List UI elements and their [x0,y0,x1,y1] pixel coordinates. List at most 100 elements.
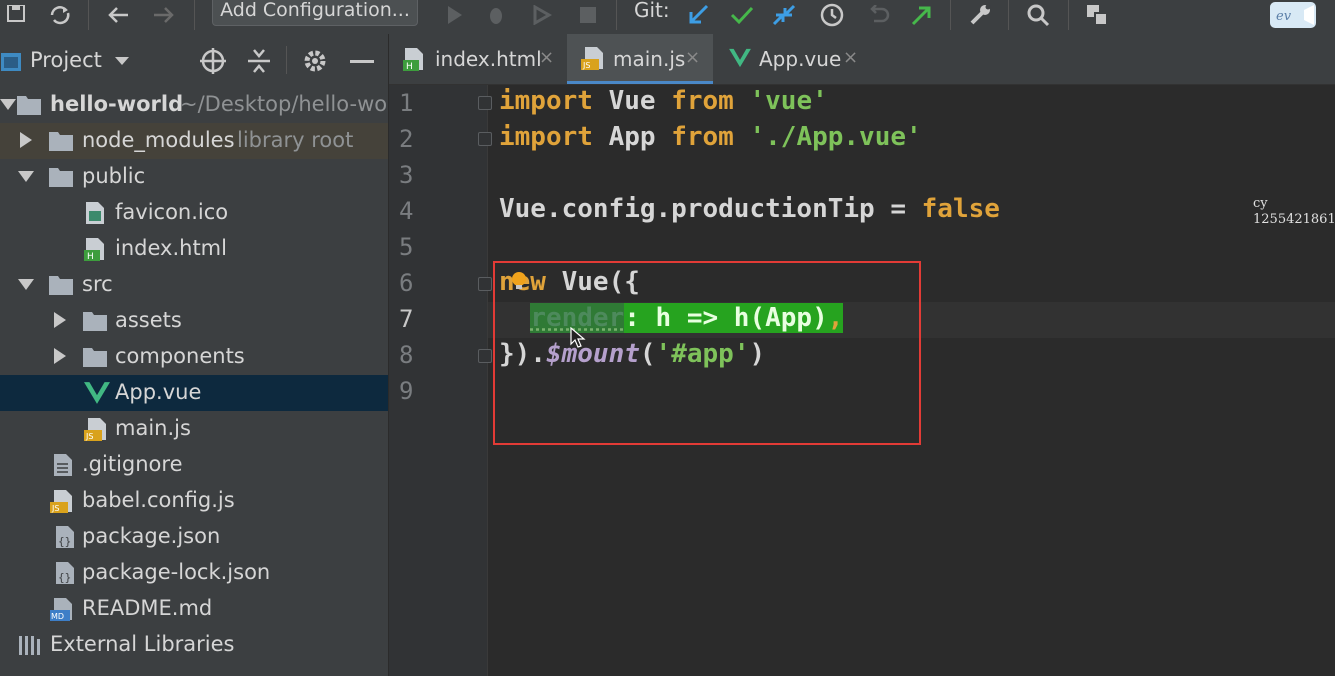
coverage-icon[interactable] [530,0,554,30]
tree-item-babel-config[interactable]: JS babel.config.js [0,483,388,519]
collapsed-arrow-icon[interactable] [18,132,36,150]
add-configuration-button[interactable]: Add Configuration... [212,0,418,26]
tree-item-main-js[interactable]: JS main.js [0,411,388,447]
fold-marker-icon[interactable] [478,96,492,110]
save-icon[interactable] [2,0,30,30]
line-number: 4 [399,197,429,225]
tree-item-assets[interactable]: assets [0,303,388,339]
settings-wrench-icon[interactable] [966,0,994,30]
string-literal: './App.vue' [749,122,921,152]
structure-icon[interactable] [1082,0,1112,30]
tree-item-package-lock-json[interactable]: {} package-lock.json [0,555,388,591]
js-file-icon: JS [50,489,76,513]
debug-icon[interactable] [484,0,508,30]
minimize-icon[interactable] [350,60,374,64]
line-number: 2 [399,125,429,153]
tree-item-package-json[interactable]: {} package.json [0,519,388,555]
json-file-icon: {} [52,525,78,549]
tree-item-path: ~/Desktop/hello-world [180,92,415,116]
tree-item-external-libraries[interactable]: External Libraries [0,627,388,663]
folder-icon [48,129,74,153]
collapsed-arrow-icon[interactable] [52,348,70,366]
project-panel-header: Project [0,34,388,86]
locate-target-icon[interactable] [200,48,226,74]
collapsed-arrow-icon[interactable] [52,312,70,330]
md-file-icon: MD [50,597,76,621]
tree-item-hello-world[interactable]: hello-world ~/Desktop/hello-world [0,87,388,123]
tree-item-index-html[interactable]: H index.html [0,231,388,267]
back-arrow-icon[interactable] [104,0,132,30]
expanded-arrow-icon[interactable] [18,276,36,294]
html-file-icon: H [84,237,110,261]
collapse-all-icon[interactable] [246,48,272,74]
svg-text:JS: JS [85,432,93,441]
string-literal: 'vue' [749,86,827,116]
tree-item-label: hello-world [50,92,183,116]
tree-item-label: src [82,272,113,296]
svg-text:ev: ev [1276,9,1292,24]
tree-item-label: index.html [115,236,227,260]
tree-item-label: components [115,344,245,368]
line-number: 5 [399,233,429,261]
git-compare-icon[interactable] [770,0,798,30]
keyword: import [499,122,593,152]
git-push-icon[interactable] [908,0,936,30]
library-root-tag: library root [237,128,353,152]
stop-icon[interactable] [576,0,600,30]
tab-main-js[interactable]: JS main.js × [567,34,713,84]
tree-item-label: node_modules [82,128,235,152]
git-commit-icon[interactable] [728,0,756,30]
project-panel-title[interactable]: Project [30,48,102,72]
tab-index-html[interactable]: H index.html × [389,34,565,84]
code-line-1: import Vue from 'vue' [499,86,828,116]
js-file-icon: JS [84,417,110,441]
keyword: false [922,194,1000,224]
close-icon[interactable]: × [539,47,554,68]
git-update-icon[interactable] [684,0,712,30]
close-icon[interactable]: × [685,47,700,68]
tab-label: App.vue [759,47,841,71]
tree-item-node-modules[interactable]: node_modules library root [0,123,388,159]
space [734,86,750,116]
svg-text:MD: MD [51,612,64,621]
fold-marker-icon[interactable] [478,132,492,146]
fold-marker-icon[interactable] [478,277,492,291]
expression: Vue.config.productionTip = [499,194,922,224]
ev-recorder-logo-icon: ev [1268,0,1318,30]
watermark-text: cy 1255421861 [1253,196,1335,228]
search-icon[interactable] [1024,0,1052,30]
chevron-down-icon[interactable] [114,56,130,66]
tab-app-vue[interactable]: App.vue × [715,34,865,84]
editor-tab-bar: H index.html × JS main.js × App.vue × [389,34,1335,85]
run-icon[interactable] [442,0,466,30]
json-file-icon: {} [52,561,78,585]
tree-item-label: public [82,164,145,188]
tree-item-label: App.vue [115,380,201,404]
expanded-arrow-icon[interactable] [18,168,36,186]
tree-item-src[interactable]: src [0,267,388,303]
watermark-line: cy [1253,196,1335,212]
code-line-2: import App from './App.vue' [499,122,922,152]
project-view-icon [0,52,22,72]
sync-icon[interactable] [46,0,74,30]
tree-item-components[interactable]: components [0,339,388,375]
svg-text:{}: {} [58,571,71,584]
forward-arrow-icon[interactable] [150,0,178,30]
close-icon[interactable]: × [843,47,858,68]
gear-icon[interactable] [302,48,328,74]
tree-item-gitignore[interactable]: .gitignore [0,447,388,483]
tree-item-app-vue[interactable]: App.vue [0,375,388,411]
fold-marker-icon[interactable] [478,349,492,363]
rollback-icon[interactable] [864,0,892,30]
code-line-4: Vue.config.productionTip = false [499,194,1000,224]
vue-file-icon [729,48,751,68]
html-file-icon: H [403,47,427,71]
main-toolbar: Add Configuration... Git: ev [0,0,1335,35]
history-icon[interactable] [818,0,846,30]
text-file-icon [52,453,78,477]
tree-item-public[interactable]: public [0,159,388,195]
tree-item-readme[interactable]: MD README.md [0,591,388,627]
tree-item-favicon[interactable]: favicon.ico [0,195,388,231]
line-number: 1 [399,89,429,117]
svg-text:JS: JS [51,504,59,513]
